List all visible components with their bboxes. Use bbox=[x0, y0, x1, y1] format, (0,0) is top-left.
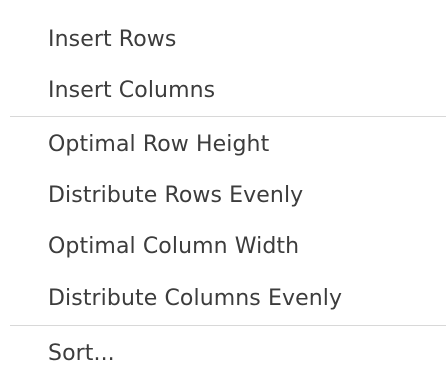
menu-separator bbox=[10, 116, 446, 117]
context-menu: Insert Rows Insert Columns Optimal Row H… bbox=[0, 0, 446, 381]
menu-item-sort[interactable]: Sort... bbox=[48, 340, 115, 368]
menu-item-distribute-rows-evenly[interactable]: Distribute Rows Evenly bbox=[48, 182, 303, 210]
menu-separator bbox=[10, 325, 446, 326]
menu-item-insert-columns[interactable]: Insert Columns bbox=[48, 77, 215, 105]
menu-item-optimal-column-width[interactable]: Optimal Column Width bbox=[48, 233, 299, 261]
menu-item-optimal-row-height[interactable]: Optimal Row Height bbox=[48, 131, 269, 159]
menu-item-distribute-columns-evenly[interactable]: Distribute Columns Evenly bbox=[48, 285, 342, 313]
menu-item-insert-rows[interactable]: Insert Rows bbox=[48, 26, 176, 54]
